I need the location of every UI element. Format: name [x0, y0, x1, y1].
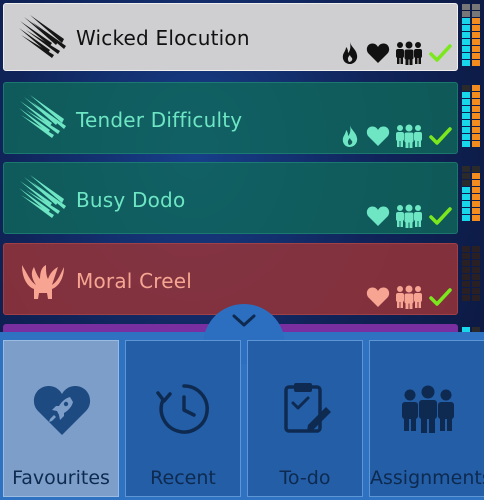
- heart-icon: [365, 124, 391, 148]
- progress-meter: [462, 246, 480, 301]
- people-icon: [394, 285, 424, 309]
- heart-icon: [365, 285, 391, 309]
- progress-meter: [462, 4, 480, 66]
- item-title: Wicked Elocution: [76, 26, 250, 50]
- flame-icon: [338, 41, 362, 65]
- check-icon: [427, 124, 453, 148]
- clock-history-icon: [156, 384, 209, 434]
- check-icon: [427, 204, 453, 228]
- tab-todo[interactable]: To-do: [247, 340, 363, 497]
- speed-lines-icon: [18, 13, 68, 63]
- group-icon: [402, 385, 454, 433]
- item-title: Busy Dodo: [76, 188, 186, 212]
- check-icon: [427, 285, 453, 309]
- status-icons: [338, 124, 453, 148]
- status-icons: [365, 285, 453, 309]
- people-icon: [394, 41, 424, 65]
- item-title: Tender Difficulty: [76, 108, 243, 132]
- heart-icon: [365, 204, 391, 228]
- progress-meter: [462, 166, 480, 221]
- tab-favourites[interactable]: Favourites: [3, 340, 119, 497]
- people-icon: [394, 124, 424, 148]
- check-icon: [427, 41, 453, 65]
- tab-label: Recent: [150, 467, 216, 489]
- clipboard-pencil-icon: [284, 383, 331, 433]
- tab-label: Assignments: [370, 467, 484, 489]
- list-item[interactable]: Moral Creel: [3, 243, 458, 315]
- heart-rocket-icon: [33, 385, 91, 435]
- list-item[interactable]: Tender Difficulty: [3, 82, 458, 154]
- list-item[interactable]: Busy Dodo: [3, 162, 458, 234]
- item-title: Moral Creel: [76, 269, 192, 293]
- tab-assignments[interactable]: Assignments: [369, 340, 484, 497]
- tab-recent[interactable]: Recent: [125, 340, 241, 497]
- tab-label: To-do: [279, 467, 331, 489]
- progress-meter: [462, 85, 480, 147]
- mission-list: Wicked Elocution Tender Difficulty Busy …: [0, 0, 484, 340]
- status-icons: [338, 41, 453, 65]
- speed-lines-icon: [18, 173, 68, 223]
- tab-label: Favourites: [12, 467, 110, 489]
- status-icons: [365, 204, 453, 228]
- list-item[interactable]: Wicked Elocution: [3, 3, 458, 71]
- people-icon: [394, 204, 424, 228]
- heart-icon: [365, 41, 391, 65]
- winged-creature-icon: [18, 255, 68, 305]
- flame-icon: [338, 124, 362, 148]
- chevron-down-icon: [232, 314, 256, 327]
- speed-lines-icon: [18, 93, 68, 143]
